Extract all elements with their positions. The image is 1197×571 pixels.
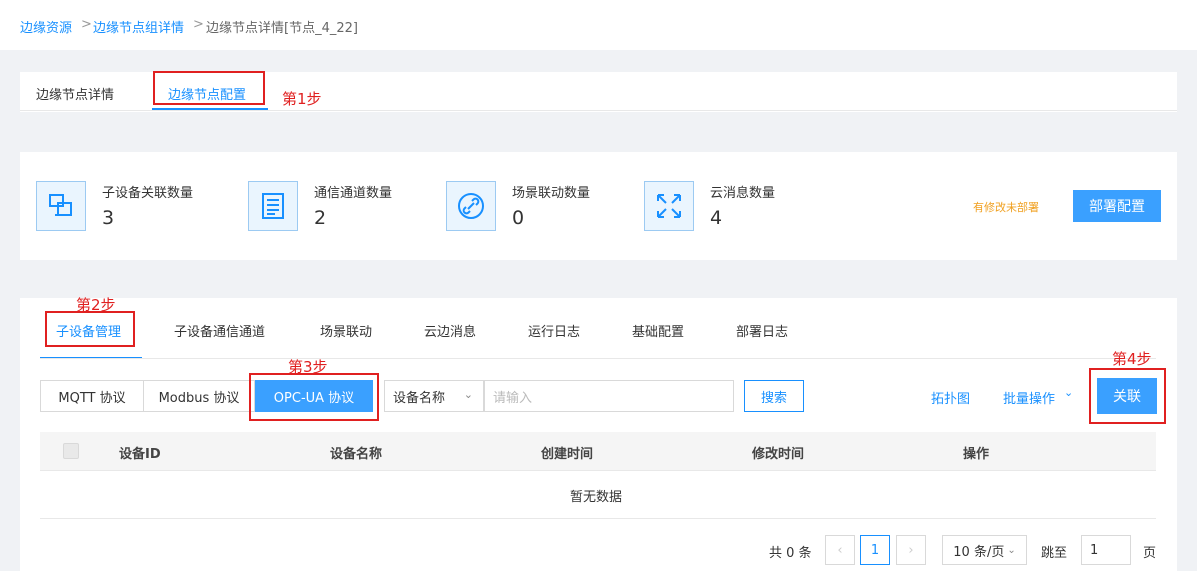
devices-icon [36,181,86,231]
stat-value-channels: 2 [314,207,327,229]
undeployed-warning: 有修改未部署 [973,201,1039,214]
jump-page-input[interactable]: 1 [1081,535,1131,565]
breadcrumb-separator: > [81,17,92,32]
annotation-box-step1 [153,71,265,105]
batch-operation-dropdown[interactable]: 批量操作 [1003,388,1055,407]
list-icon [248,181,298,231]
tab-run-logs[interactable]: 运行日志 [528,321,580,340]
page-size-select[interactable]: 10 条/页 ⌄ [942,535,1027,565]
tab-scene-linkage[interactable]: 场景联动 [320,321,372,340]
search-field-select[interactable]: 设备名称 ⌄ [384,380,484,412]
chevron-down-icon: ⌄ [1007,544,1016,556]
stat-label-cloud-messages: 云消息数量 [710,186,776,201]
tab-subdevice-management[interactable]: 子设备管理 [56,321,121,340]
page-1-button[interactable]: 1 [860,535,890,565]
breadcrumb-item-node-group[interactable]: 边缘节点组详情 [93,17,184,36]
tab-deploy-logs[interactable]: 部署日志 [736,321,788,340]
annotation-step4: 第4步 [1112,350,1152,368]
topology-link[interactable]: 拓扑图 [931,388,970,407]
chevron-down-icon: ⌄ [1064,386,1074,399]
tab-node-details[interactable]: 边缘节点详情 [36,84,114,103]
associate-button[interactable]: 关联 [1097,378,1157,414]
table-empty-text: 暂无数据 [570,490,623,505]
prev-page-button[interactable]: ‹ [825,535,855,565]
column-device-name: 设备名称 [330,447,383,462]
stat-label-scenes: 场景联动数量 [512,186,591,201]
tab-subdevice-channels[interactable]: 子设备通信通道 [174,321,265,340]
search-field-select-value: 设备名称 [393,390,446,406]
column-modified-time: 修改时间 [752,447,805,462]
stat-label-devices: 子设备关联数量 [102,186,194,201]
subtab-divider [40,358,1156,359]
breadcrumb-item-edge-resources[interactable]: 边缘资源 [20,17,72,36]
protocol-mqtt[interactable]: MQTT 协议 [40,380,144,412]
annotation-box-step3 [249,373,379,421]
search-input[interactable]: 请输入 [484,380,734,412]
next-page-button[interactable]: › [896,535,926,565]
deploy-config-button[interactable]: 部署配置 [1073,190,1161,222]
protocol-modbus[interactable]: Modbus 协议 [143,380,255,412]
arrows-icon [644,181,694,231]
breadcrumb-separator: > [193,17,204,32]
table-header-divider [40,470,1156,471]
link-icon [446,181,496,231]
jump-label: 跳至 [1041,546,1068,561]
stat-value-cloud-messages: 4 [710,207,723,229]
page-size-value: 10 条/页 [953,544,1005,560]
column-device-id: 设备ID [119,447,161,462]
stat-value-devices: 3 [102,207,115,229]
stat-label-channels: 通信通道数量 [314,186,393,201]
search-input-placeholder: 请输入 [493,390,533,406]
page-unit-label: 页 [1143,546,1157,561]
breadcrumb-item-current: 边缘节点详情[节点_4_22] [206,21,358,36]
column-created-time: 创建时间 [541,447,594,462]
column-actions: 操作 [963,447,990,462]
search-button[interactable]: 搜索 [744,380,804,412]
tab-divider [20,110,1177,111]
table-bottom-divider [40,518,1156,519]
select-all-checkbox[interactable] [63,443,79,459]
annotation-step1: 第1步 [282,90,322,108]
pagination-total: 共 0 条 [769,546,812,561]
tab-cloud-edge-messages[interactable]: 云边消息 [424,321,476,340]
chevron-down-icon: ⌄ [463,388,473,401]
tab-basic-config[interactable]: 基础配置 [632,321,684,340]
stat-value-scenes: 0 [512,207,525,229]
